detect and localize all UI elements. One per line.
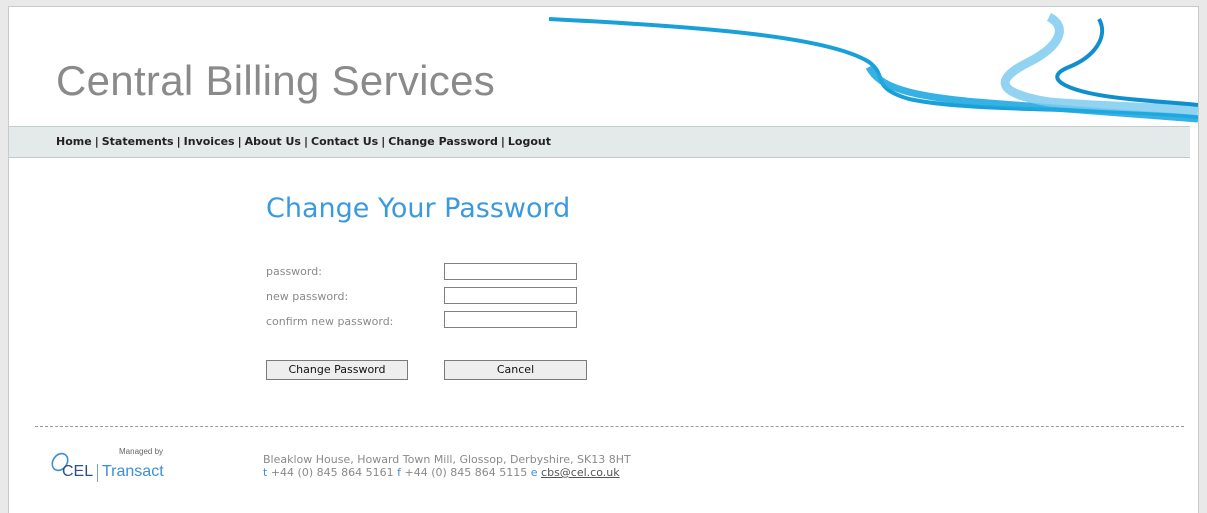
site-header: Central Billing Services bbox=[9, 7, 1198, 127]
confirm-password-label: confirm new password: bbox=[266, 315, 394, 328]
cel-transact-logo: Managed by CEL Transact bbox=[45, 447, 175, 485]
footer-divider bbox=[35, 426, 1184, 427]
email-link[interactable]: cbs@cel.co.uk bbox=[541, 466, 620, 479]
logo-cel-text: CEL bbox=[62, 463, 94, 480]
new-password-input[interactable] bbox=[444, 287, 577, 304]
nav-about-us[interactable]: About Us bbox=[245, 135, 301, 148]
change-password-button[interactable]: Change Password bbox=[266, 360, 408, 380]
phone-number: +44 (0) 845 864 5161 bbox=[270, 466, 394, 479]
nav-contact-us[interactable]: Contact Us bbox=[311, 135, 378, 148]
nav-separator: | bbox=[94, 135, 99, 148]
fax-prefix: f bbox=[397, 466, 401, 479]
nav-separator: | bbox=[303, 135, 308, 148]
fax-number: +44 (0) 845 864 5115 bbox=[404, 466, 528, 479]
nav-home[interactable]: Home bbox=[56, 135, 92, 148]
nav-invoices[interactable]: Invoices bbox=[184, 135, 235, 148]
nav-statements[interactable]: Statements bbox=[102, 135, 174, 148]
logo-transact-text: Transact bbox=[102, 463, 164, 480]
password-label: password: bbox=[266, 265, 322, 278]
page-heading: Change Your Password bbox=[266, 193, 571, 224]
nav-logout[interactable]: Logout bbox=[508, 135, 551, 148]
page: Central Billing Services Home | Statements… bbox=[8, 6, 1199, 513]
nav-separator: | bbox=[500, 135, 505, 148]
phone-prefix: t bbox=[263, 466, 268, 479]
email-prefix: e bbox=[530, 466, 538, 479]
main-navigation: Home | Statements | Invoices | About Us | Contac… bbox=[9, 126, 1190, 158]
cancel-button[interactable]: Cancel bbox=[444, 360, 587, 380]
nav-links: Home | Statements | Invoices | About Us | Contac… bbox=[56, 135, 551, 148]
logo-divider bbox=[97, 464, 98, 482]
new-password-label: new password: bbox=[266, 290, 349, 303]
password-input[interactable] bbox=[444, 263, 577, 280]
footer-contact: t +44 (0) 845 864 5161 f +44 (0) 845 864… bbox=[263, 466, 620, 479]
confirm-password-input[interactable] bbox=[444, 311, 577, 328]
nav-separator: | bbox=[237, 135, 242, 148]
nav-change-password[interactable]: Change Password bbox=[388, 135, 498, 148]
nav-separator: | bbox=[381, 135, 386, 148]
managed-by-label: Managed by bbox=[119, 447, 164, 456]
footer-address: Bleaklow House, Howard Town Mill, Glosso… bbox=[263, 453, 631, 466]
site-title: Central Billing Services bbox=[56, 57, 496, 104]
nav-separator: | bbox=[176, 135, 181, 148]
